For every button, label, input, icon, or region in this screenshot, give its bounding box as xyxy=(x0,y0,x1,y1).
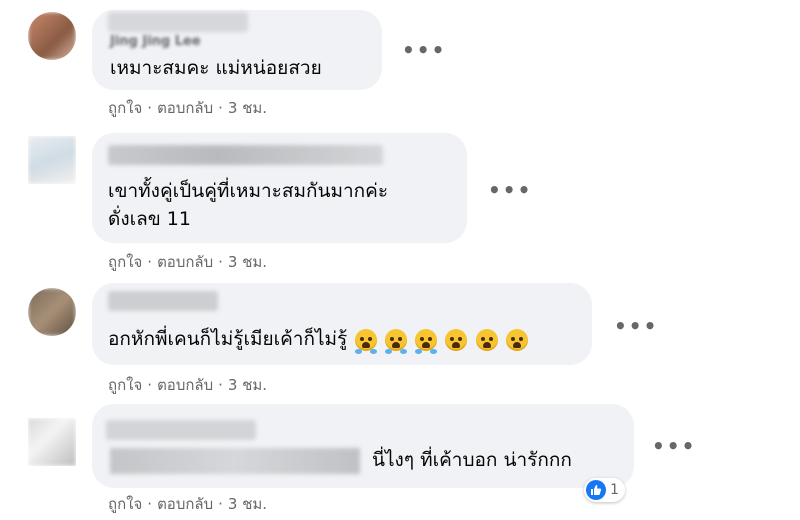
comment-actions: ถูกใจ · ตอบกลับ · 3 ชม. xyxy=(108,373,267,397)
reaction-badge[interactable]: 1 xyxy=(584,478,625,502)
comment-text-line-2: ดั่งเลข 11 xyxy=(108,208,191,230)
crying-face-icon xyxy=(445,328,468,351)
comment-text-body: อกหักพี่เคนก็ไม่รู้เมียเค้าก็ไม่รู้ xyxy=(108,328,348,350)
crying-face-icon xyxy=(505,328,528,351)
like-link[interactable]: ถูกใจ xyxy=(108,495,142,513)
comment-text: เหมาะสมคะ แม่หน่อยสวย xyxy=(110,57,322,79)
separator: · xyxy=(147,495,153,513)
separator: · xyxy=(218,99,223,117)
timestamp[interactable]: 3 ชม. xyxy=(228,495,267,513)
thumbs-up-icon xyxy=(586,480,606,500)
avatar[interactable] xyxy=(28,288,76,336)
redacted-mention[interactable] xyxy=(110,448,360,474)
redacted-name[interactable] xyxy=(106,420,256,440)
reply-link[interactable]: ตอบกลับ xyxy=(157,495,213,513)
separator: · xyxy=(218,495,223,513)
separator: · xyxy=(218,253,223,271)
reply-link[interactable]: ตอบกลับ xyxy=(157,99,213,117)
redacted-name[interactable] xyxy=(108,12,248,32)
separator: · xyxy=(147,253,153,271)
loudly-crying-face-icon xyxy=(385,328,408,354)
comment-bubble: Jing Jing Lee เหมาะสมคะ แม่หน่อยสวย xyxy=(92,10,382,90)
comment-bubble: นี่ไงๆ ที่เค้าบอก น่ารักกก xyxy=(92,404,634,488)
loudly-crying-face-icon xyxy=(415,328,438,354)
separator: · xyxy=(147,99,153,117)
separator: · xyxy=(218,376,223,394)
comment-actions: ถูกใจ · ตอบกลับ · 3 ชม. xyxy=(108,492,267,516)
crying-face-icon xyxy=(475,328,498,351)
comment-text-line-1: เขาทั้งคู่เป็นคู่ที่เหมาะสมกันมากค่ะ xyxy=(108,180,389,202)
more-options-icon[interactable]: ••• xyxy=(652,434,696,458)
redacted-name[interactable] xyxy=(108,291,218,311)
comment-bubble: เขาทั้งคู่เป็นคู่ที่เหมาะสมกันมากค่ะ ดั่… xyxy=(92,133,467,243)
redacted-name[interactable] xyxy=(108,145,383,165)
reply-link[interactable]: ตอบกลับ xyxy=(157,253,213,271)
commenter-name[interactable]: Jing Jing Lee xyxy=(110,34,201,49)
avatar[interactable] xyxy=(28,12,76,60)
timestamp[interactable]: 3 ชม. xyxy=(228,253,267,271)
reply-link[interactable]: ตอบกลับ xyxy=(157,376,213,394)
comment-text: อกหักพี่เคนก็ไม่รู้เมียเค้าก็ไม่รู้ xyxy=(108,325,528,354)
like-link[interactable]: ถูกใจ xyxy=(108,253,142,271)
more-options-icon[interactable]: ••• xyxy=(402,38,446,62)
comment-bubble: อกหักพี่เคนก็ไม่รู้เมียเค้าก็ไม่รู้ xyxy=(92,283,592,365)
like-link[interactable]: ถูกใจ xyxy=(108,376,142,394)
more-options-icon[interactable]: ••• xyxy=(488,178,532,202)
loudly-crying-face-icon xyxy=(355,328,378,354)
comment-actions: ถูกใจ · ตอบกลับ · 3 ชม. xyxy=(108,96,267,120)
reaction-count: 1 xyxy=(610,482,619,498)
comment-actions: ถูกใจ · ตอบกลับ · 3 ชม. xyxy=(108,250,267,274)
more-options-icon[interactable]: ••• xyxy=(614,314,658,338)
timestamp[interactable]: 3 ชม. xyxy=(228,376,267,394)
comment-text: นี่ไงๆ ที่เค้าบอก น่ารักกก xyxy=(372,449,572,471)
avatar[interactable] xyxy=(28,418,76,466)
avatar[interactable] xyxy=(28,136,76,184)
like-link[interactable]: ถูกใจ xyxy=(108,99,142,117)
separator: · xyxy=(147,376,153,394)
timestamp[interactable]: 3 ชม. xyxy=(228,99,267,117)
